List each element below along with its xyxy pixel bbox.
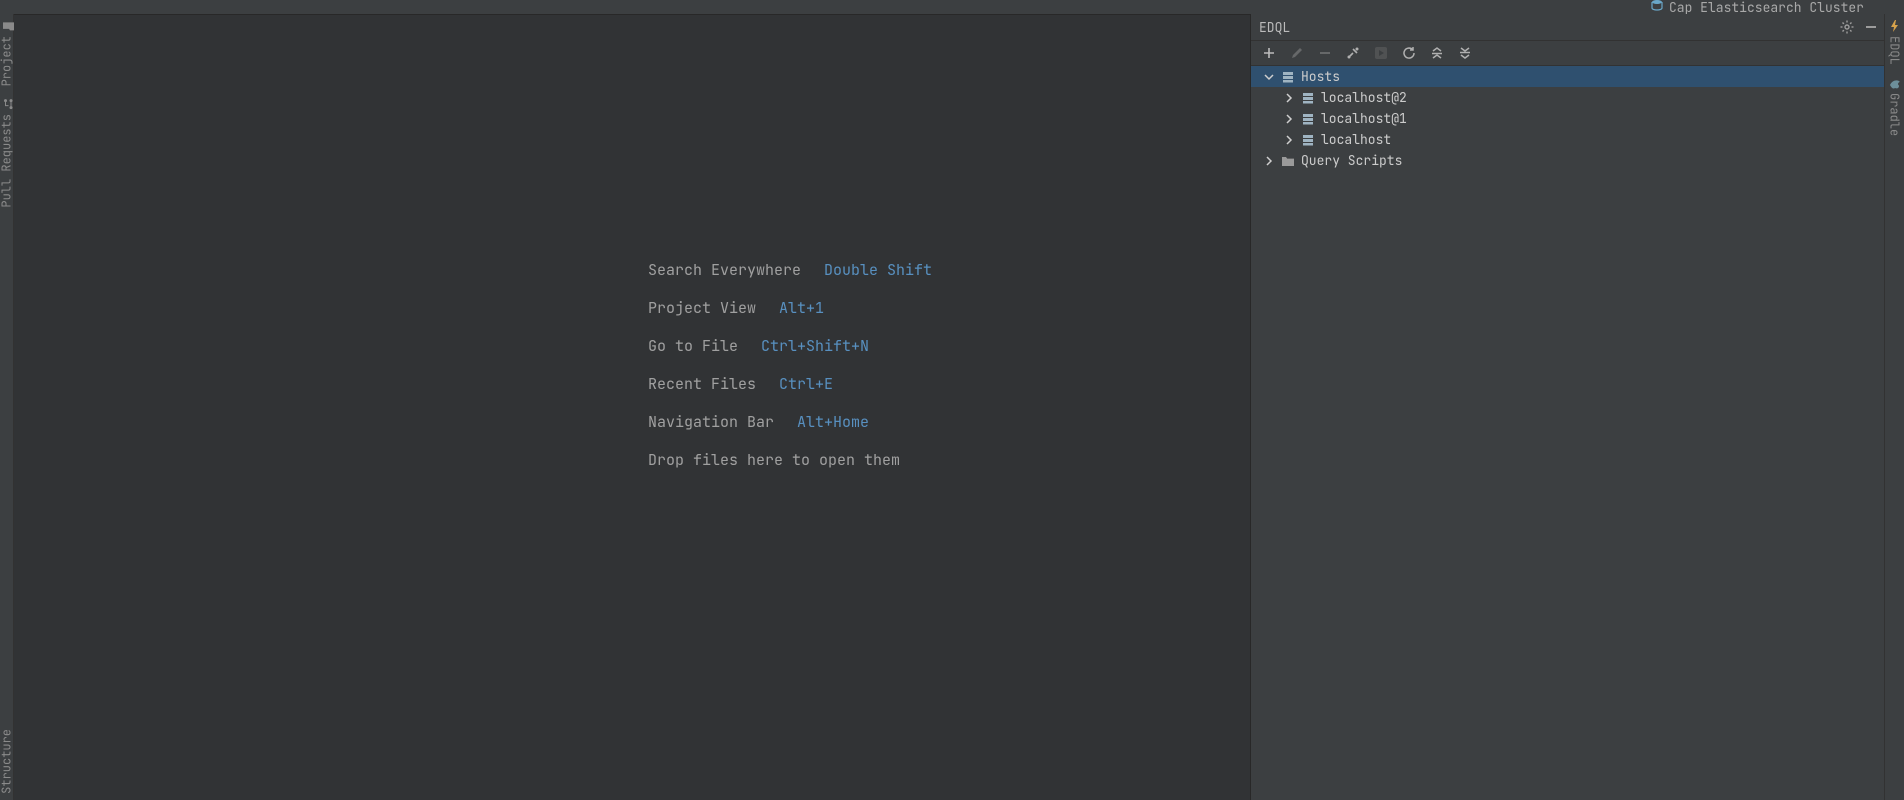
hint-shortcut: Alt+Home	[797, 412, 869, 432]
tree-node-host[interactable]: localhost@1	[1251, 108, 1884, 129]
tools-icon[interactable]	[1345, 45, 1361, 61]
editor-area[interactable]: Search Everywhere Double Shift Project V…	[14, 14, 1250, 800]
chevron-right-icon[interactable]	[1283, 92, 1295, 104]
edql-tree: Hosts localhost@2	[1251, 66, 1884, 800]
hint-row: Navigation Bar Alt+Home	[648, 415, 932, 430]
hint-shortcut: Ctrl+E	[779, 374, 833, 394]
add-icon[interactable]	[1261, 45, 1277, 61]
expand-all-icon[interactable]	[1429, 45, 1445, 61]
server-list-icon	[1281, 70, 1295, 84]
chevron-right-icon[interactable]	[1263, 155, 1275, 167]
left-tab-project[interactable]: Project	[0, 14, 13, 92]
panel-title-label: EDQL	[1259, 19, 1290, 36]
tab-label: Pull Requests	[0, 114, 15, 208]
hint-row: Project View Alt+1	[648, 301, 932, 316]
panel-title-bar: EDQL	[1251, 14, 1884, 40]
database-icon	[1651, 0, 1663, 15]
drop-hint: Drop files here to open them	[648, 453, 932, 468]
folder-icon	[1, 20, 13, 32]
right-tool-strip: EDQL Gradle	[1884, 14, 1904, 800]
lightning-icon	[1887, 20, 1903, 32]
server-icon	[1301, 91, 1315, 105]
hint-row: Go to File Ctrl+Shift+N	[648, 339, 932, 354]
hint-label: Go to File	[648, 336, 738, 356]
left-tool-strip: Project Pull Requests Structure	[0, 14, 14, 800]
hint-label: Recent Files	[648, 374, 756, 394]
tab-label: Structure	[0, 729, 15, 794]
tree-node-hosts[interactable]: Hosts	[1251, 66, 1884, 87]
edit-icon[interactable]	[1289, 45, 1305, 61]
tree-label: localhost	[1321, 131, 1391, 148]
gradle-icon	[1887, 77, 1903, 89]
minimize-icon[interactable]	[1864, 20, 1878, 34]
chevron-down-icon[interactable]	[1263, 71, 1275, 83]
chevron-right-icon[interactable]	[1283, 134, 1295, 146]
server-icon	[1301, 112, 1315, 126]
remove-icon[interactable]	[1317, 45, 1333, 61]
tab-label: Project	[0, 36, 15, 86]
run-icon[interactable]	[1373, 45, 1389, 61]
gear-icon[interactable]	[1840, 20, 1854, 34]
hint-shortcut: Alt+1	[779, 298, 824, 318]
tree-label: Hosts	[1301, 68, 1340, 85]
panel-toolbar	[1251, 40, 1884, 66]
left-tab-pull-requests[interactable]: Pull Requests	[0, 92, 13, 214]
left-tab-structure[interactable]: Structure	[0, 723, 13, 800]
right-tab-gradle[interactable]: Gradle	[1887, 71, 1903, 142]
edql-panel: EDQL	[1250, 14, 1884, 800]
folder-icon	[1281, 154, 1295, 168]
tree-node-host[interactable]: localhost@2	[1251, 87, 1884, 108]
tree-node-query-scripts[interactable]: Query Scripts	[1251, 150, 1884, 171]
tree-label: localhost@1	[1321, 110, 1407, 127]
hint-row: Search Everywhere Double Shift	[648, 263, 932, 278]
hint-label: Search Everywhere	[648, 260, 801, 280]
server-icon	[1301, 133, 1315, 147]
top-toolbar: Cap Elasticsearch Cluster	[0, 0, 1904, 14]
hint-label: Project View	[648, 298, 756, 318]
editor-hints: Search Everywhere Double Shift Project V…	[648, 263, 932, 491]
pull-request-icon	[1, 98, 13, 110]
collapse-all-icon[interactable]	[1457, 45, 1473, 61]
hint-shortcut: Double Shift	[824, 260, 932, 280]
tree-label: Query Scripts	[1301, 152, 1402, 169]
tree-node-host[interactable]: localhost	[1251, 129, 1884, 150]
hint-row: Recent Files Ctrl+E	[648, 377, 932, 392]
chevron-right-icon[interactable]	[1283, 113, 1295, 125]
hint-shortcut: Ctrl+Shift+N	[761, 336, 869, 356]
right-tab-edql[interactable]: EDQL	[1887, 14, 1903, 71]
tab-label: EDQL	[1887, 36, 1903, 65]
tab-label: Gradle	[1887, 93, 1903, 136]
hint-label: Navigation Bar	[648, 412, 774, 432]
refresh-icon[interactable]	[1401, 45, 1417, 61]
tree-label: localhost@2	[1321, 89, 1407, 106]
